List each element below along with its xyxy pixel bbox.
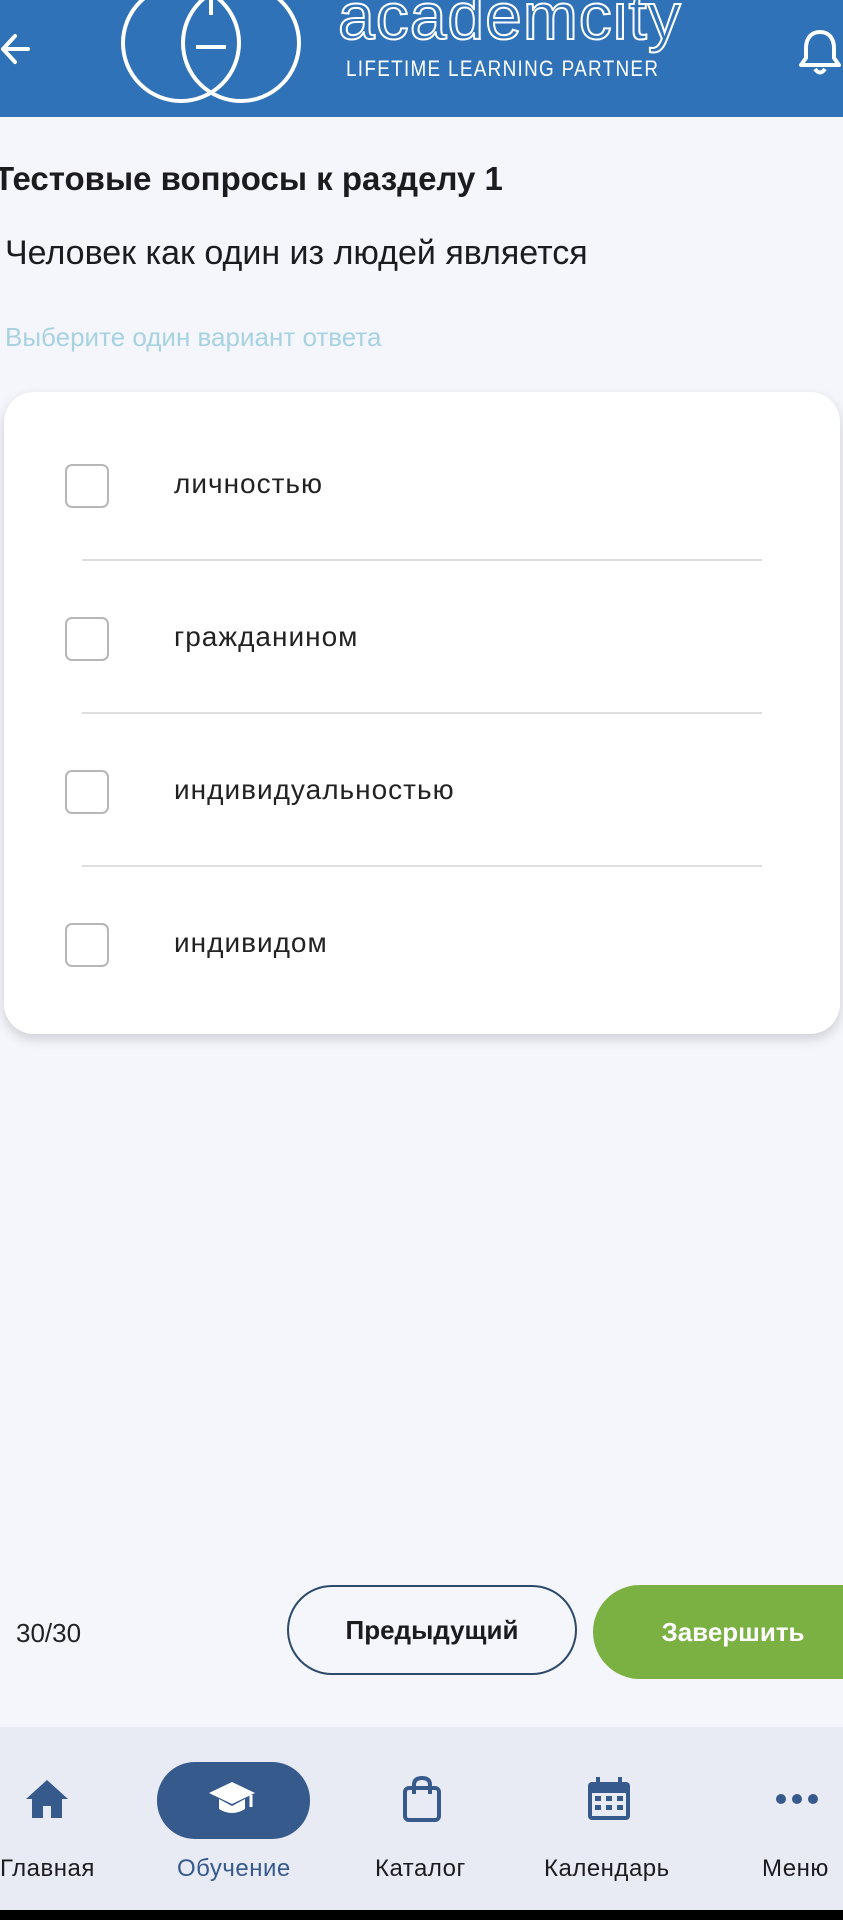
answer-option-label: личностью <box>174 468 324 499</box>
system-home-bar <box>0 1910 843 1920</box>
logo-wordmark: academcity <box>337 0 682 54</box>
back-button[interactable] <box>0 24 40 74</box>
finish-button[interactable]: Завершить <box>593 1585 843 1679</box>
more-dots-icon <box>776 1794 818 1804</box>
answer-option[interactable]: личностью <box>4 464 840 564</box>
nav-item-learning[interactable]: Обучение <box>155 1727 315 1910</box>
question-text: Человек как один из людей является <box>5 234 588 272</box>
bottom-navigation: Главная Обучение Каталог Календарь Меню <box>0 1727 843 1910</box>
calendar-icon <box>588 1777 630 1820</box>
answer-checkbox[interactable] <box>65 923 109 967</box>
answer-options-card: личностью гражданином индивидуальностью … <box>4 392 840 1034</box>
previous-button[interactable]: Предыдущий <box>287 1585 577 1675</box>
nav-item-home[interactable]: Главная <box>0 1727 160 1910</box>
answer-option-label: индивидом <box>174 927 328 958</box>
nav-label: Обучение <box>177 1855 291 1882</box>
option-divider <box>82 712 762 714</box>
answer-checkbox[interactable] <box>65 464 109 508</box>
answer-option[interactable]: гражданином <box>4 617 840 717</box>
section-title: Тестовые вопросы к разделу 1 <box>0 160 503 197</box>
nav-label: Меню <box>762 1855 829 1882</box>
answer-checkbox[interactable] <box>65 770 109 814</box>
nav-item-calendar[interactable]: Календарь <box>530 1727 690 1910</box>
question-counter: 30/30 <box>16 1618 82 1648</box>
home-icon <box>26 1780 68 1818</box>
answer-hint: Выберите один вариант ответа <box>5 322 382 352</box>
nav-label: Каталог <box>375 1855 466 1882</box>
shopping-bag-icon <box>403 1775 441 1822</box>
notification-bell-icon <box>799 30 841 75</box>
option-divider <box>82 559 762 561</box>
notifications-button[interactable] <box>798 26 843 78</box>
nav-item-menu[interactable]: Меню <box>722 1727 843 1910</box>
back-arrow-icon <box>1 34 30 64</box>
nav-item-catalog[interactable]: Каталог <box>345 1727 505 1910</box>
nav-label: Календарь <box>544 1855 670 1882</box>
option-divider <box>82 865 762 867</box>
answer-option-label: индивидуальностью <box>174 774 455 805</box>
app-header: academcity LIFETIME LEARNING PARTNER <box>0 0 843 117</box>
answer-option[interactable]: индивидуальностью <box>4 770 840 870</box>
graduation-cap-icon <box>209 1782 255 1813</box>
nav-label: Главная <box>0 1855 95 1882</box>
answer-option[interactable]: индивидом <box>4 923 840 1023</box>
logo-tagline: LIFETIME LEARNING PARTNER <box>346 56 660 81</box>
answer-option-label: гражданином <box>174 621 359 652</box>
answer-checkbox[interactable] <box>65 617 109 661</box>
academcity-logo-icon <box>121 0 301 103</box>
